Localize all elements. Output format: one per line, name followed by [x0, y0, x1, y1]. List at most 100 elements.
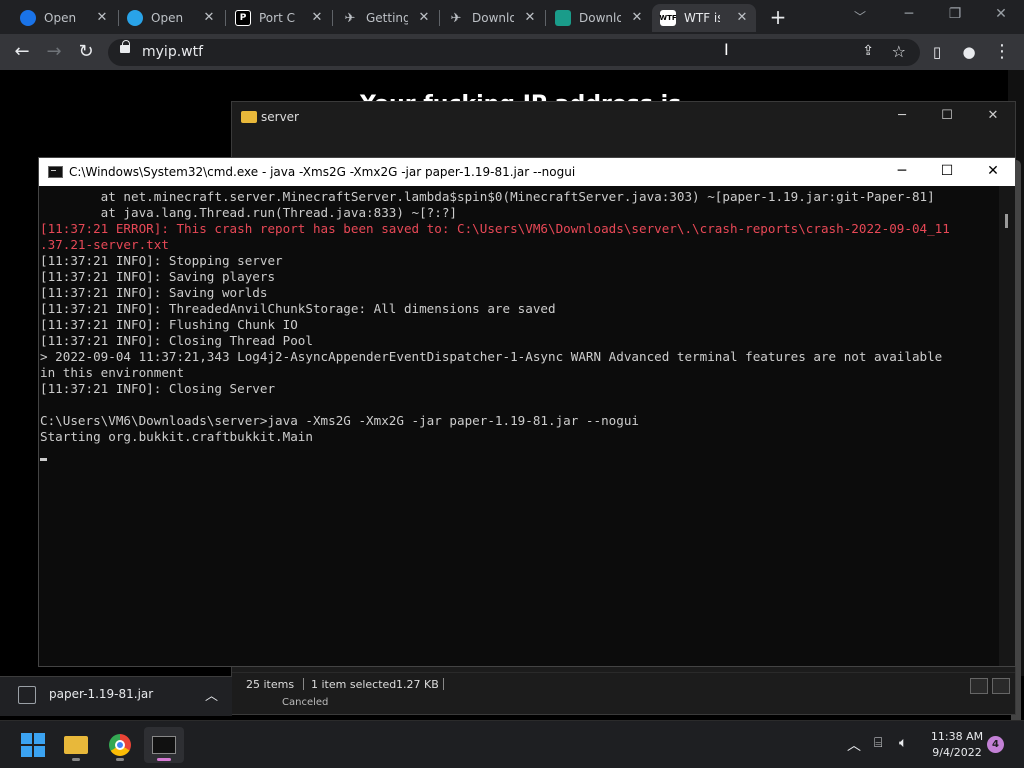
- tab-separator: [332, 10, 333, 26]
- minimize-icon[interactable]: ─: [887, 163, 917, 179]
- explorer-status-bar: 25 items 1 item selected 1.27 KB: [232, 672, 1015, 694]
- console-line: [11:37:21 INFO]: Stopping server: [40, 253, 283, 268]
- close-icon[interactable]: ✕: [522, 10, 538, 26]
- url-text[interactable]: myip.wtf: [142, 44, 203, 60]
- scroll-thumb[interactable]: [1005, 214, 1008, 228]
- tab-title: WTF is my IP: [684, 11, 720, 25]
- globe-icon: [20, 10, 36, 26]
- address-bar[interactable]: myip.wtf ⇪ ☆: [108, 39, 920, 66]
- console-output[interactable]: at net.minecraft.server.MinecraftServer.…: [39, 186, 1001, 666]
- file-explorer-taskbar-button[interactable]: [56, 727, 96, 763]
- wtf-logo-icon: WTF: [659, 10, 677, 26]
- close-icon[interactable]: ✕: [94, 10, 110, 26]
- tab-wtf-is-my-ip[interactable]: WTF WTF is my IP ✕: [652, 4, 756, 32]
- tab-title: Open Ports: [44, 11, 80, 25]
- close-window-icon[interactable]: ✕: [986, 6, 1016, 22]
- profile-icon[interactable]: ●: [957, 40, 981, 64]
- chrome-taskbar-button[interactable]: [100, 727, 140, 763]
- downloads-bar: paper-1.19-81.jar ︿: [0, 676, 232, 716]
- start-button[interactable]: [12, 727, 52, 763]
- console-line: > 2022-09-04 11:37:21,343 Log4j2-AsyncAp…: [40, 349, 943, 364]
- close-icon[interactable]: ✕: [978, 108, 1008, 123]
- console-line: C:\Users\VM6\Downloads\server>java -Xms2…: [40, 413, 639, 428]
- blinking-caret: [40, 458, 47, 461]
- browser-toolbar: ← → ↻ myip.wtf ⇪ ☆ ▯ ● ⋮: [0, 34, 1024, 70]
- text-cursor-icon: I: [724, 40, 729, 59]
- tab-separator: [545, 10, 546, 26]
- tab-title: Getting Started: [366, 11, 408, 25]
- close-icon[interactable]: ✕: [978, 163, 1008, 179]
- close-icon[interactable]: ✕: [201, 10, 217, 26]
- paper-logo-icon: ✈: [450, 10, 462, 26]
- chevron-up-icon[interactable]: ︿: [205, 685, 218, 704]
- cmd-window: C:\Windows\System32\cmd.exe - java -Xms2…: [38, 157, 1016, 667]
- minimize-icon[interactable]: ─: [894, 6, 924, 22]
- item-count: 25 items: [246, 678, 295, 691]
- minimize-icon[interactable]: ─: [887, 108, 917, 123]
- clock-time: 11:38 AM: [930, 730, 984, 743]
- tab-search-chevron-icon[interactable]: ﹀: [854, 8, 866, 25]
- tab-title: Download: [472, 11, 514, 25]
- close-icon[interactable]: ✕: [309, 10, 325, 26]
- folder-icon: [241, 111, 257, 123]
- download-filename[interactable]: paper-1.19-81.jar: [49, 687, 153, 701]
- tab-open-ports-2[interactable]: Open Ports ✕: [119, 4, 223, 32]
- chrome-center: [115, 740, 125, 750]
- forward-arrow-icon[interactable]: →: [42, 40, 66, 64]
- tab-port-checker[interactable]: P Port Checker ✕: [227, 4, 331, 32]
- lock-icon[interactable]: [120, 40, 130, 53]
- console-line: .37.21-server.txt: [40, 237, 169, 252]
- cmd-scrollbar[interactable]: [999, 186, 1015, 666]
- share-icon[interactable]: ⇪: [862, 43, 874, 59]
- bookmark-star-icon[interactable]: ☆: [892, 42, 906, 61]
- browser-tab-strip: Open Ports ✕ Open Ports ✕ P Port Checker…: [0, 0, 1024, 34]
- p-logo-icon: P: [235, 10, 251, 26]
- close-icon[interactable]: ✕: [416, 10, 432, 26]
- tab-download-1[interactable]: ✈ Download ✕: [440, 4, 544, 32]
- reload-icon[interactable]: ↻: [74, 40, 98, 64]
- download-logo-icon: [555, 10, 571, 26]
- close-icon[interactable]: ✕: [629, 10, 645, 26]
- download-status: Canceled: [282, 697, 329, 708]
- console-line: [11:37:21 INFO]: Flushing Chunk IO: [40, 317, 298, 332]
- explorer-title: server: [261, 110, 299, 124]
- maximize-icon[interactable]: ☐: [932, 163, 962, 179]
- tiles-view-icon[interactable]: [992, 678, 1010, 694]
- console-icon: [48, 166, 63, 178]
- folder-icon: [64, 736, 88, 754]
- location-pin-icon: [127, 10, 143, 26]
- tab-title: Download: [579, 11, 621, 25]
- console-line: [11:37:21 INFO]: Closing Thread Pool: [40, 333, 313, 348]
- side-panel-icon[interactable]: ▯: [925, 40, 949, 64]
- notification-badge[interactable]: 4: [987, 736, 1004, 753]
- console-line: in this environment: [40, 365, 185, 380]
- console-line: at net.minecraft.server.MinecraftServer.…: [40, 189, 935, 204]
- console-icon: [152, 736, 176, 754]
- back-arrow-icon[interactable]: ←: [10, 40, 34, 64]
- tab-download-2[interactable]: Download ✕: [547, 4, 651, 32]
- network-icon[interactable]: ⌸: [874, 735, 882, 751]
- console-line: [11:37:21 INFO]: Closing Server: [40, 381, 276, 396]
- details-view-icon[interactable]: [970, 678, 988, 694]
- restore-icon[interactable]: ❐: [940, 6, 970, 22]
- close-icon[interactable]: ✕: [734, 10, 750, 26]
- clock-date: 9/4/2022: [932, 746, 982, 759]
- tab-title: Port Checker: [259, 11, 295, 25]
- chevron-up-icon[interactable]: ︿: [847, 735, 861, 755]
- system-clock[interactable]: 11:38 AM 9/4/2022: [928, 729, 986, 761]
- console-line: Starting org.bukkit.craftbukkit.Main: [40, 429, 313, 444]
- menu-kebab-icon[interactable]: ⋮: [990, 40, 1014, 64]
- tab-open-ports-1[interactable]: Open Ports ✕: [12, 4, 116, 32]
- windows-logo-icon: [21, 733, 45, 757]
- maximize-icon[interactable]: ☐: [932, 108, 962, 123]
- console-line: [11:37:21 INFO]: Saving worlds: [40, 285, 268, 300]
- running-indicator: [116, 758, 124, 761]
- volume-icon[interactable]: 🔈︎: [899, 735, 907, 751]
- cmd-taskbar-button[interactable]: [144, 727, 184, 763]
- taskbar: ︿ ⌸ 🔈︎ 11:38 AM 9/4/2022 4: [0, 720, 1024, 768]
- tab-getting-started[interactable]: ✈ Getting Started ✕: [334, 4, 438, 32]
- new-tab-button[interactable]: +: [766, 7, 790, 27]
- active-indicator: [157, 758, 171, 761]
- console-line: [11:37:21 INFO]: Saving players: [40, 269, 276, 284]
